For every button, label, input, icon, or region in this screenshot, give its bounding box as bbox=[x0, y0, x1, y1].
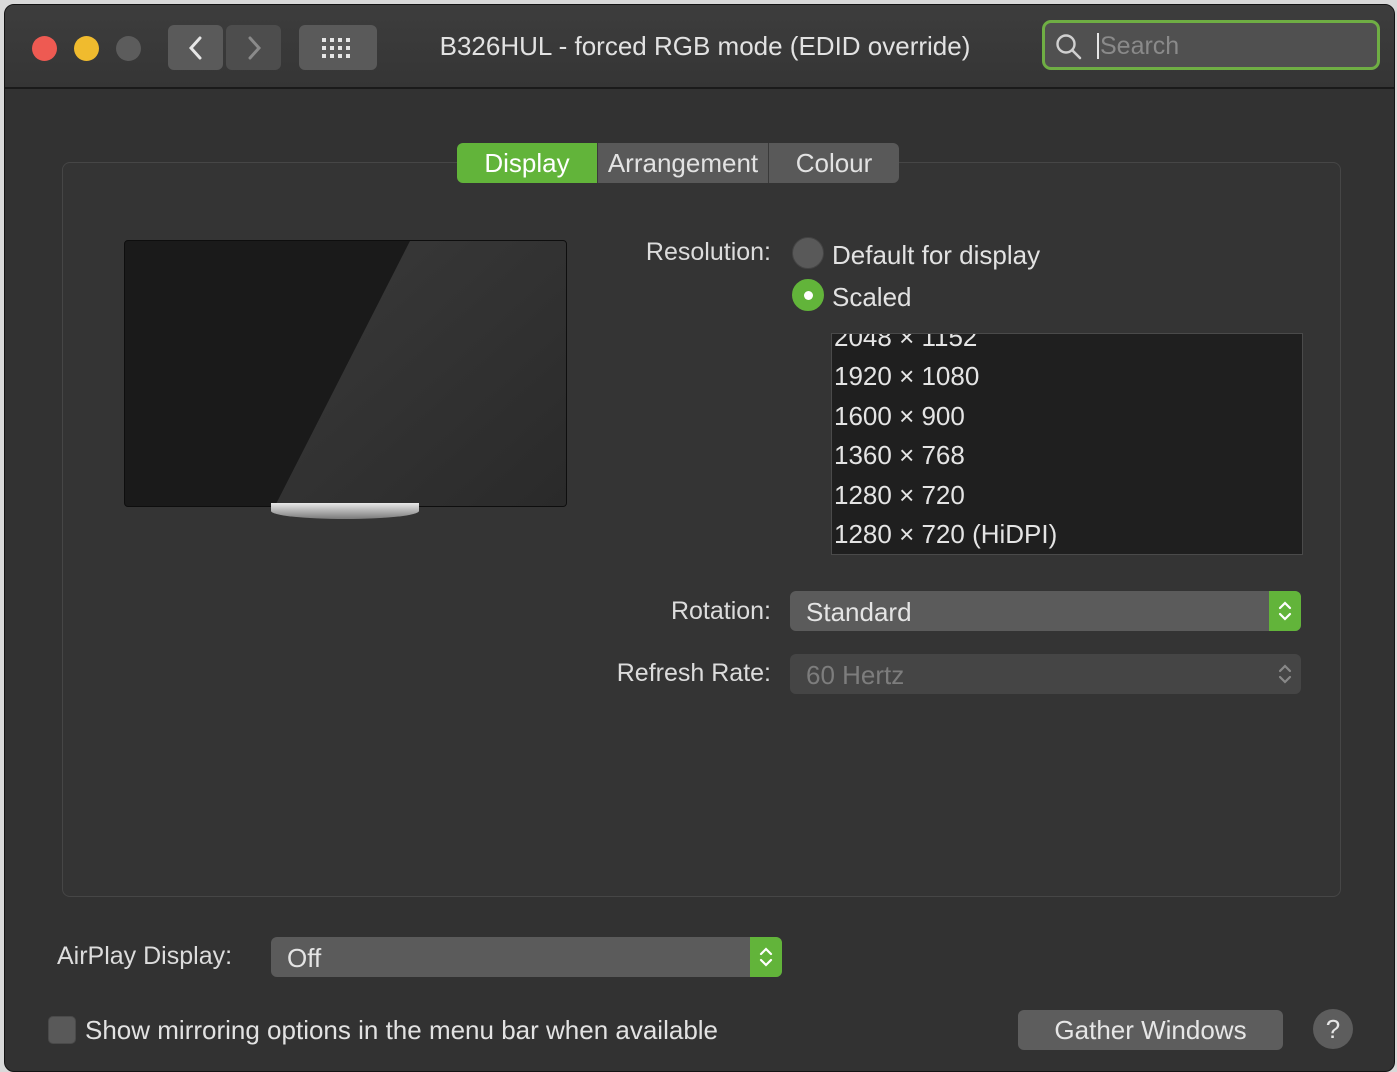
resolution-list[interactable]: 2048 × 1152 1920 × 1080 1600 × 900 1360 … bbox=[831, 333, 1303, 555]
updown-chevron-icon bbox=[1278, 601, 1292, 621]
window-title: B326HUL - forced RGB mode (EDID override… bbox=[439, 31, 971, 61]
title-bar: B326HUL - forced RGB mode (EDID override… bbox=[5, 5, 1394, 89]
chevron-left-icon bbox=[188, 36, 201, 59]
resolution-item[interactable]: 1280 × 720 bbox=[834, 480, 965, 511]
resolution-item[interactable]: 1280 × 720 (HiDPI) bbox=[834, 519, 1057, 550]
search-input[interactable] bbox=[1098, 29, 1362, 63]
airplay-display-popup[interactable]: Off bbox=[271, 937, 782, 977]
scaled-label: Scaled bbox=[832, 282, 912, 312]
rotation-label: Rotation: bbox=[670, 597, 771, 625]
grid-icon bbox=[322, 37, 350, 58]
tab-arrangement[interactable]: Arrangement bbox=[598, 143, 769, 183]
refresh-rate-popup[interactable]: 60 Hertz bbox=[790, 654, 1301, 694]
text-caret bbox=[1097, 33, 1099, 59]
popup-stepper bbox=[750, 937, 782, 977]
airplay-display-value: Off bbox=[287, 943, 322, 973]
zoom-button[interactable] bbox=[116, 36, 141, 61]
popup-stepper bbox=[1269, 654, 1301, 694]
search-icon bbox=[1056, 34, 1082, 60]
forward-button[interactable] bbox=[226, 25, 281, 70]
resolution-label: Resolution: bbox=[645, 238, 771, 266]
search-field[interactable] bbox=[1042, 20, 1380, 70]
airplay-display-label: AirPlay Display: bbox=[57, 942, 233, 970]
gather-windows-button[interactable]: Gather Windows bbox=[1018, 1010, 1283, 1050]
updown-chevron-icon bbox=[759, 947, 773, 967]
updown-chevron-icon bbox=[1278, 664, 1292, 684]
mirroring-checkbox-label[interactable]: Show mirroring options in the menu bar w… bbox=[85, 1015, 718, 1046]
radio-scaled[interactable] bbox=[792, 279, 824, 311]
chevron-right-icon bbox=[248, 36, 261, 59]
tab-colour[interactable]: Colour bbox=[769, 143, 899, 183]
refresh-rate-value: 60 Hertz bbox=[806, 660, 905, 690]
monitor-glare bbox=[275, 241, 566, 506]
default-for-display-label: Default for display bbox=[832, 240, 1041, 270]
monitor-stand bbox=[271, 503, 419, 519]
tab-display[interactable]: Display bbox=[457, 143, 598, 183]
resolution-item[interactable]: 1600 × 900 bbox=[834, 401, 965, 432]
back-button[interactable] bbox=[168, 25, 223, 70]
radio-default-for-display[interactable] bbox=[792, 237, 824, 269]
resolution-item[interactable]: 1360 × 768 bbox=[834, 440, 965, 471]
system-preferences-window: B326HUL - forced RGB mode (EDID override… bbox=[4, 4, 1395, 1072]
tab-bar: Display Arrangement Colour bbox=[457, 143, 899, 183]
help-button[interactable]: ? bbox=[1313, 1009, 1353, 1049]
show-all-button[interactable] bbox=[299, 25, 377, 70]
close-button[interactable] bbox=[32, 36, 57, 61]
monitor-illustration bbox=[124, 240, 567, 507]
refresh-rate-label: Refresh Rate: bbox=[616, 659, 771, 687]
popup-stepper bbox=[1269, 591, 1301, 631]
mirroring-checkbox[interactable] bbox=[48, 1016, 76, 1044]
resolution-item[interactable]: 2048 × 1152 bbox=[834, 334, 977, 353]
minimize-button[interactable] bbox=[74, 36, 99, 61]
rotation-value: Standard bbox=[806, 597, 912, 627]
rotation-popup[interactable]: Standard bbox=[790, 591, 1301, 631]
resolution-item[interactable]: 1920 × 1080 bbox=[834, 361, 979, 392]
